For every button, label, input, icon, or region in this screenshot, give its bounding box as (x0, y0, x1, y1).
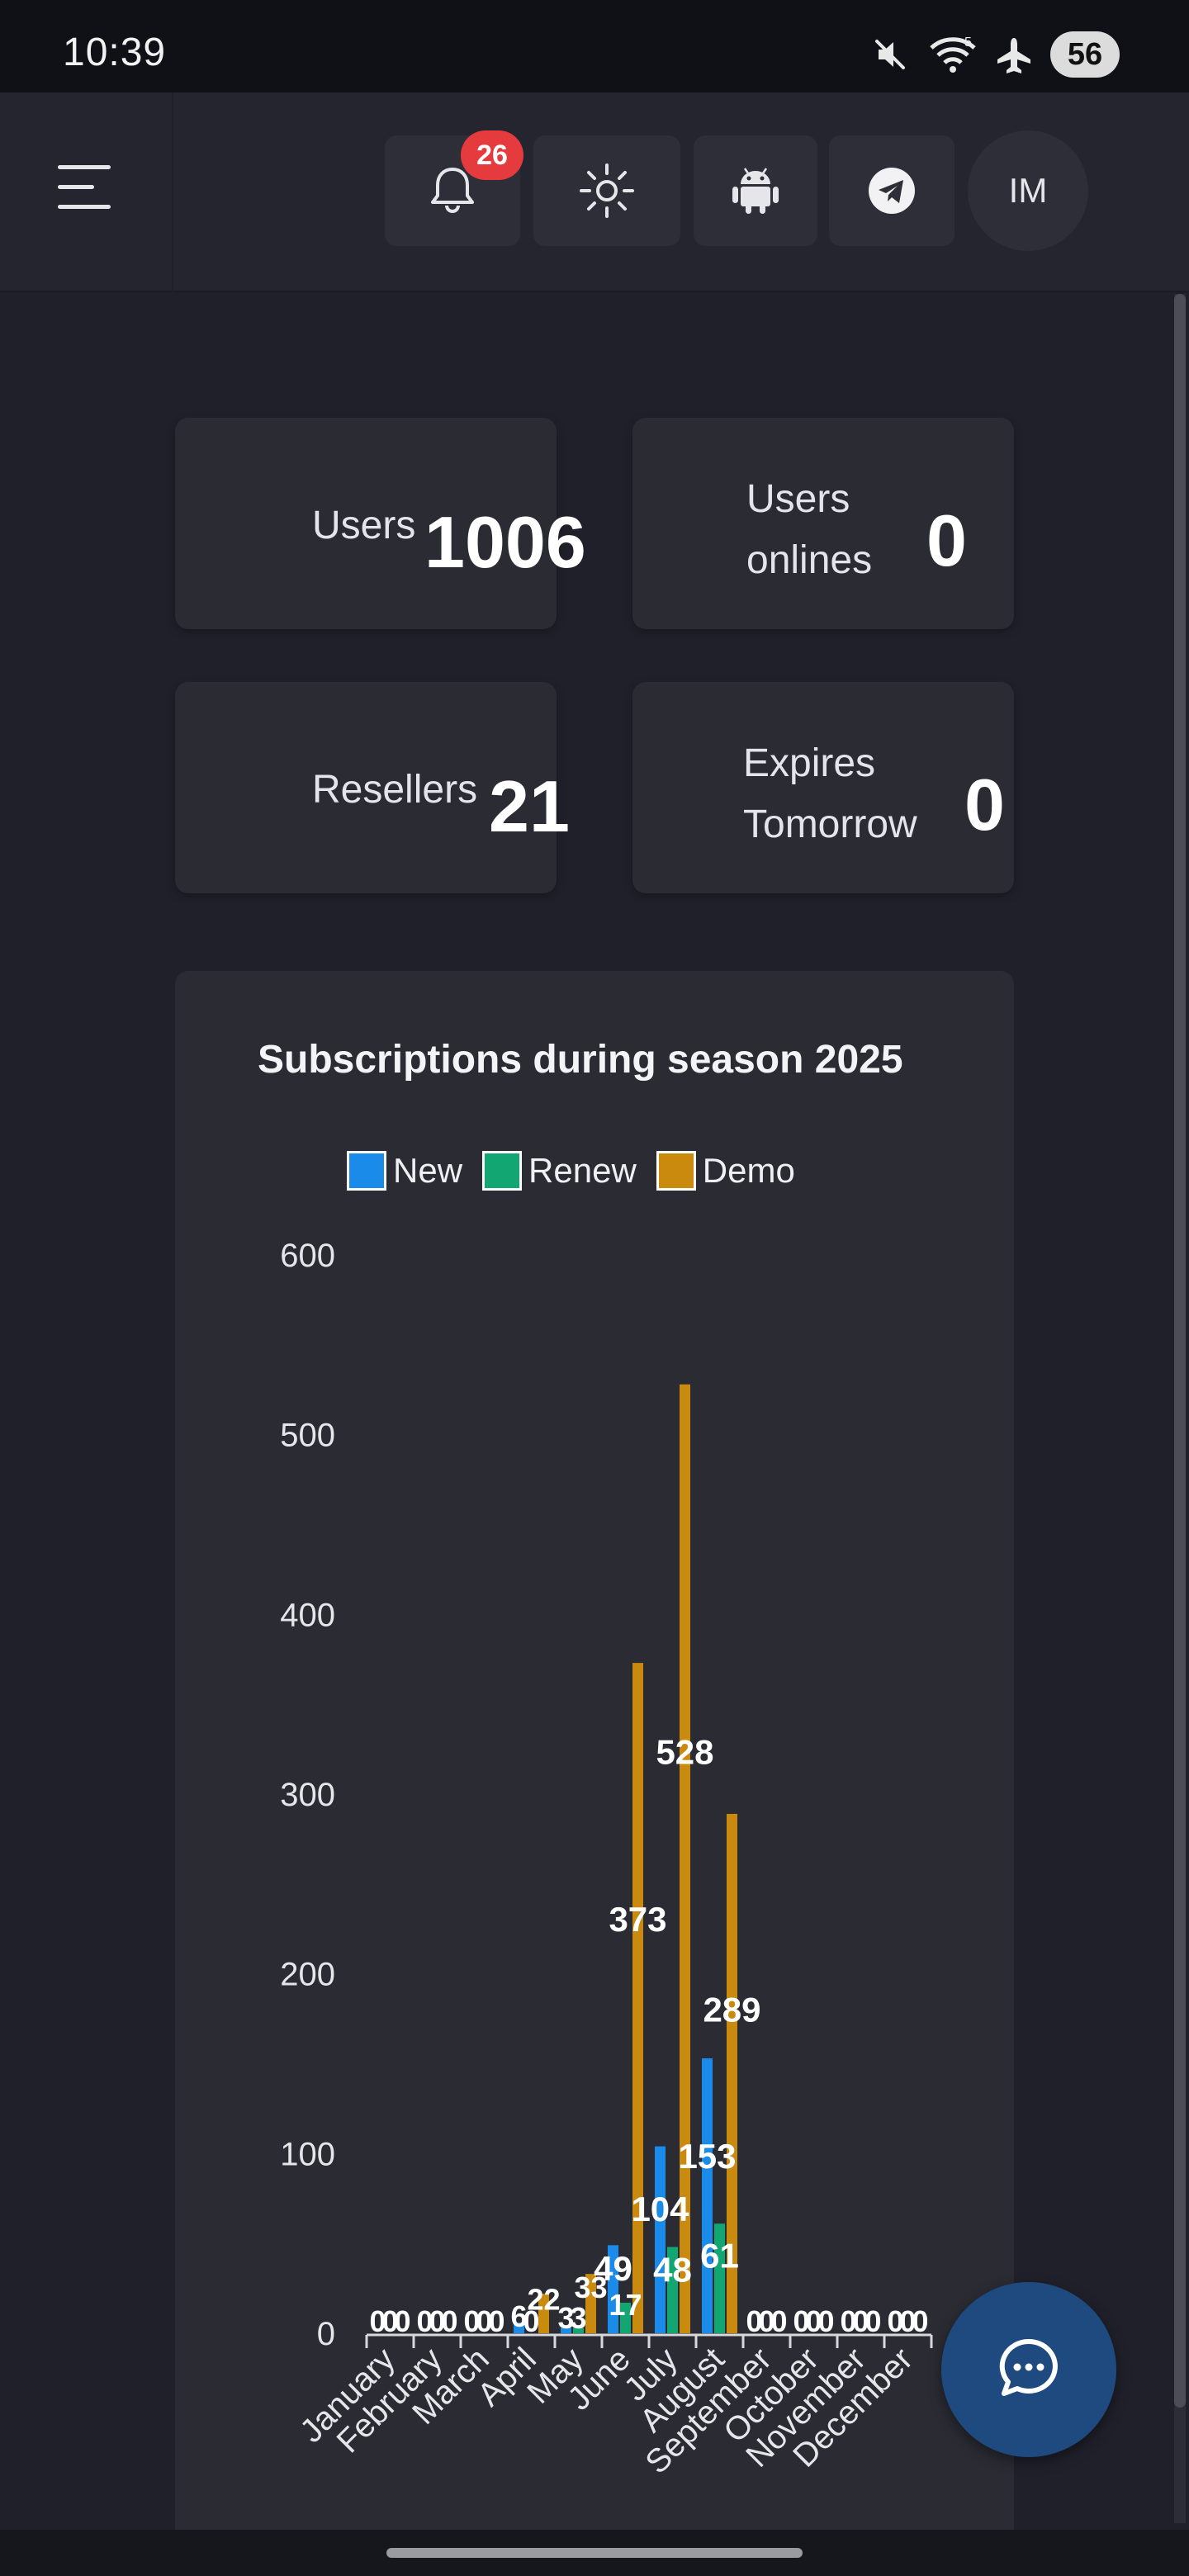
chat-button[interactable] (941, 2282, 1116, 2457)
y-tick-label: 300 (280, 1777, 335, 1813)
data-label: 373 (609, 1900, 666, 1939)
y-tick-label: 500 (280, 1418, 335, 1454)
data-label: 33 (574, 2271, 607, 2304)
data-label: 22 (527, 2282, 560, 2316)
data-label: 0 (817, 2304, 834, 2338)
data-label: 0 (770, 2304, 787, 2338)
data-label: 48 (653, 2250, 692, 2289)
data-label: 0 (488, 2304, 504, 2338)
bar-demo-june (632, 1663, 643, 2333)
subscriptions-bar-chart: 01002003004005006000 0 0 6 3491041530 0 0 00 0 0 0… (280, 1238, 933, 2481)
data-label: 289 (703, 1991, 760, 2029)
y-tick-label: 600 (280, 1238, 335, 1274)
data-label: 104 (631, 2190, 689, 2228)
chat-bubble-icon (999, 2338, 1058, 2396)
bar-new-august (702, 2057, 713, 2333)
y-tick-label: 400 (280, 1597, 335, 1633)
bar-new-july (655, 2146, 666, 2333)
data-label: 0 (394, 2304, 410, 2338)
data-label: 3 (570, 2301, 586, 2335)
data-label: 17 (609, 2288, 642, 2322)
y-tick-label: 0 (317, 2316, 335, 2352)
data-label: 528 (656, 1732, 713, 1771)
y-tick-label: 100 (280, 2136, 335, 2172)
data-label: 0 (441, 2304, 457, 2338)
data-label: 61 (700, 2236, 739, 2275)
y-tick-label: 200 (280, 1957, 335, 1993)
data-label: 153 (678, 2137, 736, 2176)
home-indicator[interactable] (386, 2548, 803, 2558)
data-label: 0 (865, 2304, 881, 2338)
data-label: 0 (912, 2304, 928, 2338)
